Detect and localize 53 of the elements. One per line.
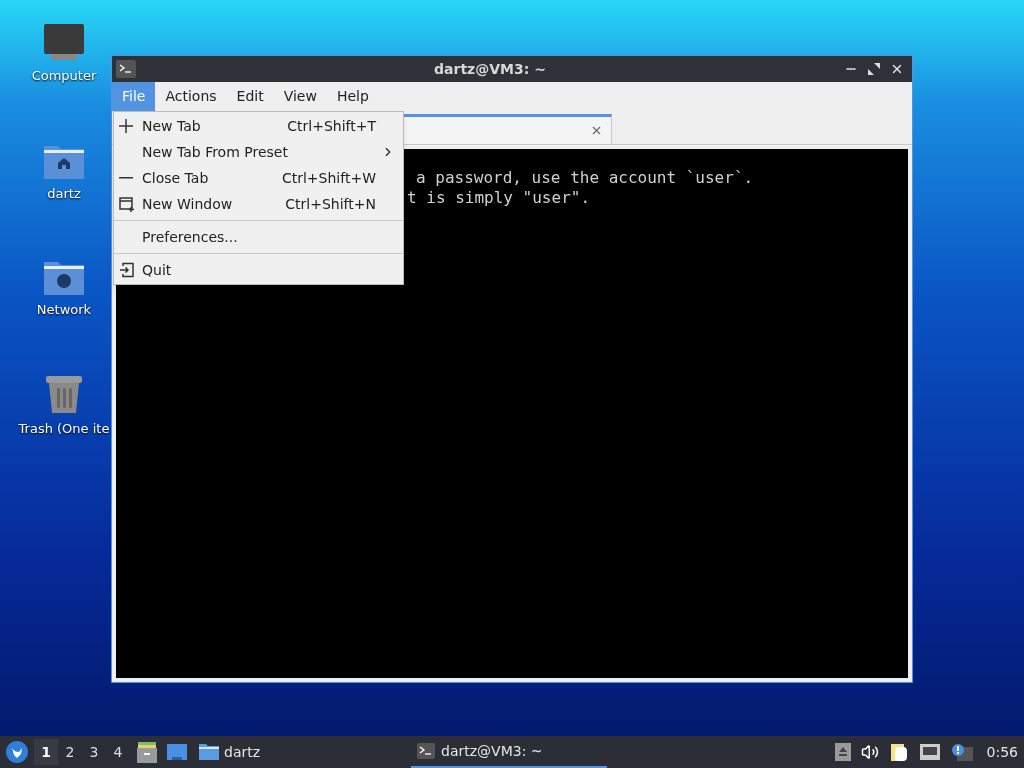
- shortcut-label: Ctrl+Shift+W: [281, 168, 377, 188]
- workspace-button[interactable]: 2: [58, 739, 82, 765]
- bird-logo-icon[interactable]: [6, 741, 28, 763]
- menu-item[interactable]: Help: [326, 82, 379, 111]
- menu-entry-label: New Tab From Preset: [142, 142, 289, 162]
- workspace-button[interactable]: 1: [34, 739, 58, 765]
- eject-icon[interactable]: [834, 743, 851, 761]
- tab-close-icon[interactable]: [590, 124, 603, 137]
- clock[interactable]: 0:56: [986, 741, 1018, 763]
- file-cabinet-icon[interactable]: [136, 741, 158, 763]
- menu-entry-label: Quit: [142, 260, 173, 280]
- clipboard-icon[interactable]: [888, 742, 909, 762]
- trash-icon: [44, 373, 84, 415]
- terminal-icon: [417, 743, 436, 759]
- terminal-line: a password, use the account `user`.: [416, 168, 754, 188]
- window-add-icon: [119, 196, 135, 212]
- menu-item[interactable]: View: [273, 82, 327, 111]
- minus-icon: [119, 177, 133, 179]
- desktop-icon-label[interactable]: Trash (One ite: [18, 419, 110, 439]
- monitor-icon: [43, 24, 85, 62]
- menu-entry-label: Close Tab: [142, 168, 210, 188]
- menu-entry[interactable]: Quit: [114, 257, 403, 283]
- desktop-icon[interactable]: [166, 742, 188, 762]
- menu-item[interactable]: Actions: [155, 82, 227, 111]
- plus-icon: [119, 119, 133, 133]
- terminal-line: t is simply "user".: [407, 188, 591, 208]
- task-button[interactable]: dartz@VM3: ~: [411, 736, 608, 768]
- desktop-icon-label[interactable]: Network: [36, 300, 92, 320]
- menu-entry[interactable]: New Tab Ctrl+Shift+T: [114, 113, 403, 139]
- exit-icon: [119, 262, 135, 278]
- notification-icon[interactable]: [950, 743, 973, 761]
- terminal-icon: [116, 60, 136, 78]
- menu-entry[interactable]: New Tab From Preset: [114, 139, 403, 165]
- tab[interactable]: [402, 114, 612, 144]
- folder-button[interactable]: dartz: [196, 736, 263, 768]
- folder-icon: [198, 743, 220, 761]
- close-icon[interactable]: [890, 62, 904, 76]
- menu-entry[interactable]: Close Tab Ctrl+Shift+W: [114, 165, 403, 191]
- workspace-button[interactable]: 3: [82, 739, 106, 765]
- menu-entry-label: New Tab: [142, 116, 202, 136]
- shortcut-label: Ctrl+Shift+N: [285, 194, 377, 214]
- menu-entry[interactable]: Preferences...: [114, 224, 403, 250]
- shortcut-label: Ctrl+Shift+T: [287, 116, 377, 136]
- menu-entry-label: Preferences...: [142, 227, 239, 247]
- desktop-icon-label[interactable]: dartz: [47, 184, 81, 204]
- workspace-button[interactable]: 4: [106, 739, 130, 765]
- restore-icon[interactable]: [868, 63, 880, 75]
- ethernet-icon[interactable]: [918, 743, 941, 761]
- speaker-icon[interactable]: [860, 743, 879, 761]
- menu-item[interactable]: Edit: [226, 82, 274, 111]
- window-title: dartz@VM3: ~: [433, 59, 547, 79]
- menu-entry[interactable]: New Window Ctrl+Shift+N: [114, 191, 403, 217]
- menu-entry-label: New Window: [142, 194, 234, 214]
